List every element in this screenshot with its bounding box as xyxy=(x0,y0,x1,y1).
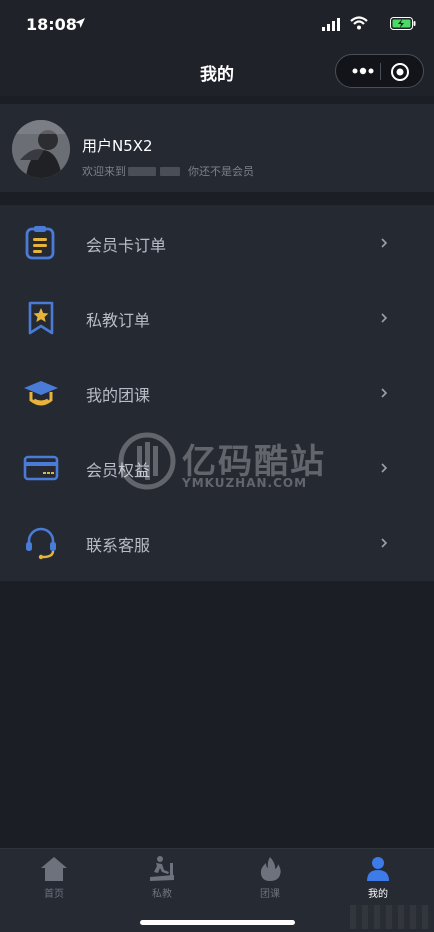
membership-status: 欢迎来到 你还不是会员 xyxy=(82,163,254,179)
corner-watermark-blur xyxy=(350,905,430,929)
miniprogram-capsule xyxy=(335,54,424,88)
welcome-suffix: 你还不是会员 xyxy=(188,165,254,178)
more-icon[interactable] xyxy=(346,55,380,87)
card-icon xyxy=(23,455,59,481)
tab-label: 团课 xyxy=(260,889,280,900)
graduation-cap-icon xyxy=(24,381,58,406)
tab-home[interactable]: 首页 xyxy=(0,849,108,909)
menu-item-membership-card-orders[interactable]: 会员卡订单 xyxy=(0,205,434,280)
headset-icon xyxy=(26,527,56,560)
menu-item-contact-support[interactable]: 联系客服 xyxy=(0,505,434,580)
chevron-right-icon xyxy=(381,313,388,323)
tab-group-classes[interactable]: 团课 xyxy=(216,849,324,909)
clipboard-icon xyxy=(25,226,55,260)
tab-private-coaching[interactable]: 私教 xyxy=(108,849,216,909)
menu-item-label: 会员权益 xyxy=(86,461,151,480)
battery-charging-icon xyxy=(390,17,416,30)
close-miniprogram-icon[interactable] xyxy=(389,61,411,83)
wifi-icon xyxy=(350,16,368,30)
avatar[interactable] xyxy=(12,120,70,178)
location-arrow-icon xyxy=(75,18,85,28)
welcome-prefix: 欢迎来到 xyxy=(82,165,126,178)
nav-bar: 我的 xyxy=(0,46,434,96)
chevron-right-icon xyxy=(381,538,388,548)
tab-label: 首页 xyxy=(44,889,64,900)
home-icon xyxy=(41,857,67,881)
chevron-right-icon xyxy=(381,238,388,248)
menu-item-label: 会员卡订单 xyxy=(86,236,167,255)
status-indicators xyxy=(316,15,416,33)
status-time: 18:08 xyxy=(26,15,77,34)
star-bookmark-icon xyxy=(28,301,54,335)
user-icon xyxy=(367,857,389,881)
cellular-signal-icon xyxy=(322,18,340,31)
capsule-divider xyxy=(380,63,381,80)
menu-item-private-coaching-orders[interactable]: 私教订单 xyxy=(0,280,434,355)
status-bar: 18:08 xyxy=(0,0,434,46)
treadmill-icon xyxy=(150,856,174,881)
tab-mine[interactable]: 我的 xyxy=(324,849,432,909)
profile-card[interactable]: 用户N5X2 欢迎来到 你还不是会员 xyxy=(0,104,434,192)
chevron-right-icon xyxy=(381,463,388,473)
menu-list: 会员卡订单 私教订单 我的团课 会员权益 联系客服 xyxy=(0,205,434,581)
redacted-text xyxy=(160,166,180,176)
chevron-right-icon xyxy=(381,388,388,398)
flame-icon xyxy=(260,857,281,881)
menu-item-member-benefits[interactable]: 会员权益 xyxy=(0,430,434,505)
tab-label: 私教 xyxy=(152,889,172,900)
menu-item-label: 联系客服 xyxy=(86,536,151,555)
tab-label: 我的 xyxy=(368,889,388,900)
avatar-image xyxy=(12,120,70,178)
redacted-text xyxy=(128,166,156,176)
menu-item-label: 私教订单 xyxy=(86,311,151,330)
username: 用户N5X2 xyxy=(82,137,153,155)
home-indicator[interactable] xyxy=(140,920,295,925)
menu-item-label: 我的团课 xyxy=(86,386,151,405)
menu-item-my-group-classes[interactable]: 我的团课 xyxy=(0,355,434,430)
